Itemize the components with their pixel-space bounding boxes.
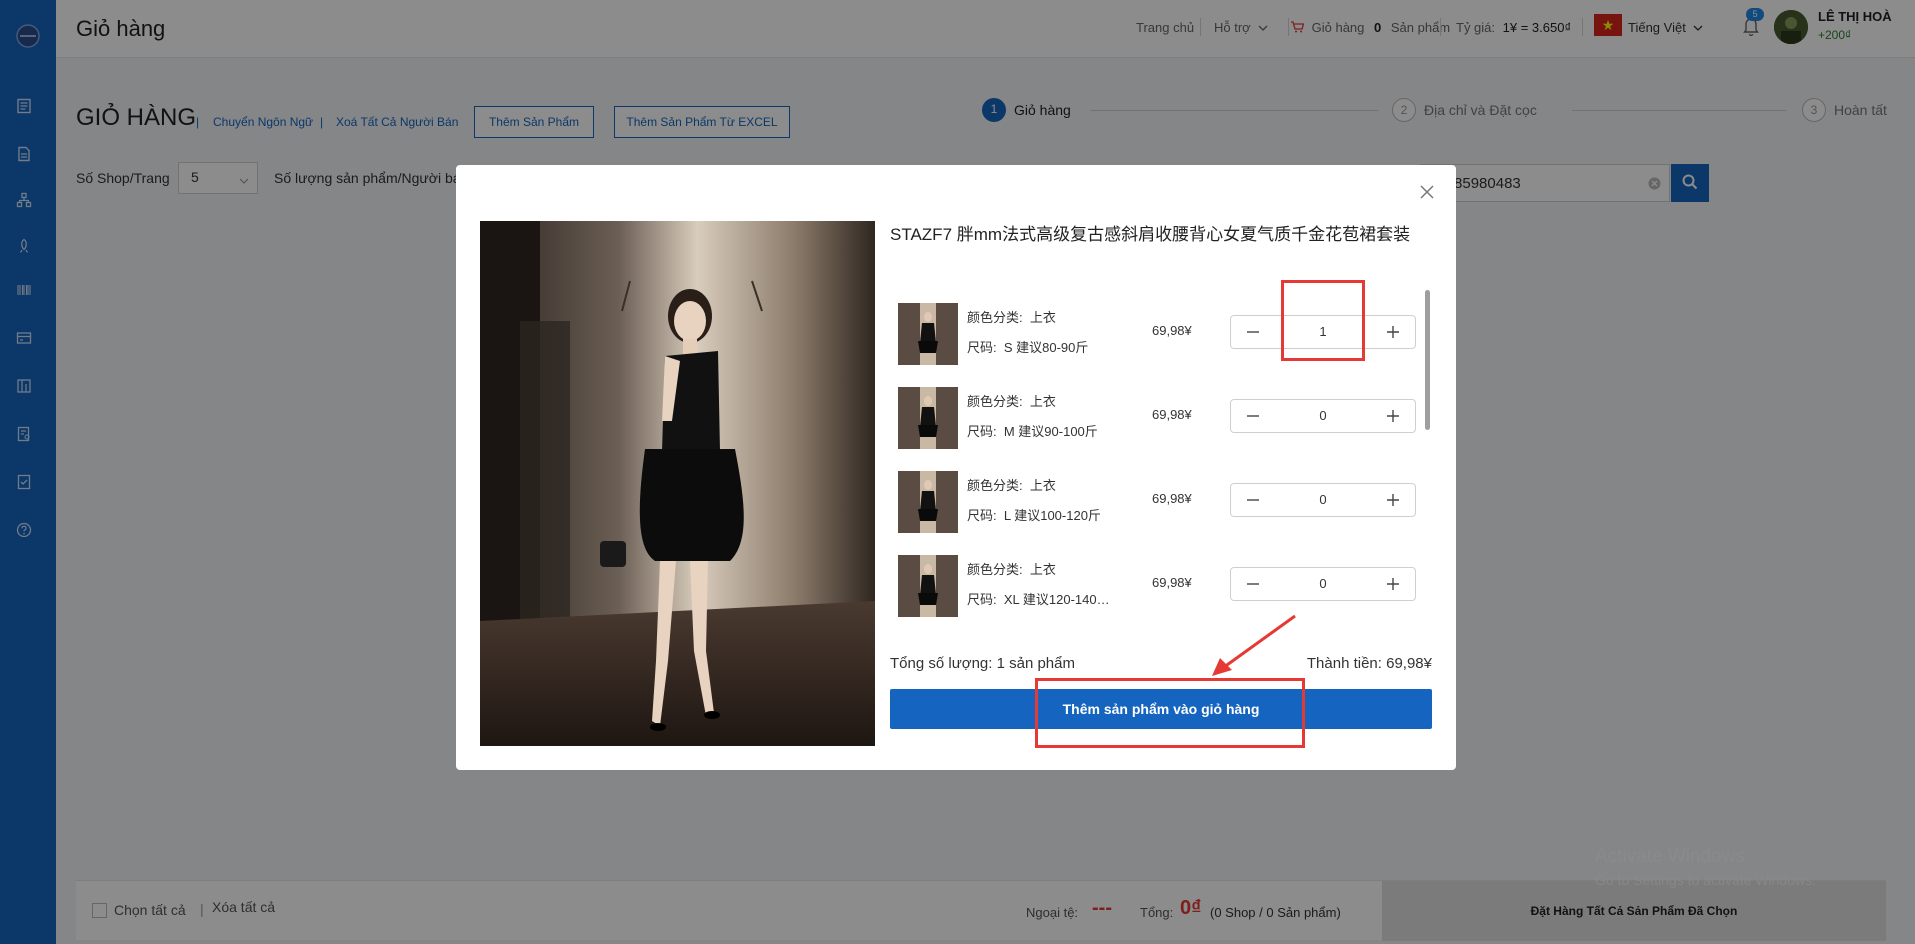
minus-button[interactable] [1231,400,1275,432]
variant-price: 69,98¥ [1152,575,1192,590]
annotation-highlight-quantity [1281,280,1365,361]
variant-size: 尺码: L 建议100-120斤 [967,508,1101,523]
variant-row: 颜色分类: 上衣 尺码: M 建议90-100斤 69,98¥ 0 [890,371,1416,455]
variant-size: 尺码: M 建议90-100斤 [967,424,1098,439]
minus-button[interactable] [1231,484,1275,516]
variant-color: 颜色分类: 上衣 [967,478,1056,493]
plus-button[interactable] [1371,400,1415,432]
variant-price: 69,98¥ [1152,407,1192,422]
quantity-input[interactable]: 0 [1281,576,1365,591]
annotation-highlight-add-button [1035,678,1305,748]
product-title: STAZF7 胖mm法式高级复古感斜肩收腰背心女夏气质千金花苞裙套装 [890,225,1411,244]
annotation-arrow-icon [1212,614,1296,676]
variant-thumbnail [898,555,958,617]
variant-thumbnail [898,471,958,533]
plus-button[interactable] [1371,484,1415,516]
total-amount: Thành tiền: 69,98¥ [1306,655,1432,672]
quantity-stepper: 0 [1230,399,1416,433]
close-icon[interactable] [1416,181,1438,203]
product-image [480,221,875,746]
variant-color: 颜色分类: 上衣 [967,394,1056,409]
variant-size: 尺码: S 建议80-90斤 [967,340,1089,355]
total-quantity: Tổng số lượng: 1 sản phẩm [890,655,1075,672]
variant-color: 颜色分类: 上衣 [967,310,1056,325]
variant-thumbnail [898,387,958,449]
quantity-stepper: 0 [1230,483,1416,517]
quantity-stepper: 0 [1230,567,1416,601]
quantity-input[interactable]: 0 [1281,492,1365,507]
variant-price: 69,98¥ [1152,491,1192,506]
minus-button[interactable] [1231,568,1275,600]
plus-button[interactable] [1371,316,1415,348]
variant-row: 颜色分类: 上衣 尺码: L 建议100-120斤 69,98¥ 0 [890,455,1416,539]
minus-button[interactable] [1231,316,1275,348]
variant-size: 尺码: XL 建议120-140… [967,592,1110,607]
variant-color: 颜色分类: 上衣 [967,562,1056,577]
plus-button[interactable] [1371,568,1415,600]
variant-row: 颜色分类: 上衣 尺码: XL 建议120-140… 69,98¥ 0 [890,539,1416,619]
quantity-input[interactable]: 0 [1281,408,1365,423]
variant-thumbnail [898,303,958,365]
variant-scrollbar[interactable] [1425,290,1430,430]
variant-price: 69,98¥ [1152,323,1192,338]
